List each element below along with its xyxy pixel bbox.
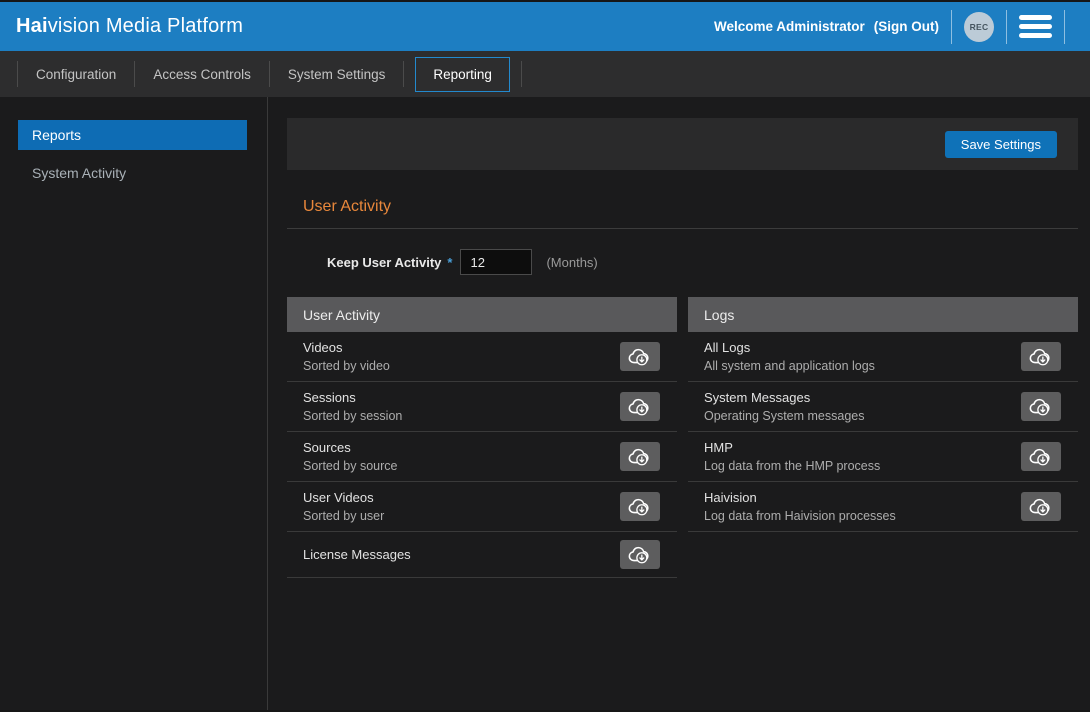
tab-system-settings[interactable]: System Settings [270,57,404,92]
report-subtitle: Log data from the HMP process [704,459,1021,473]
sign-out-link[interactable]: (Sign Out) [874,19,939,34]
cloud-download-icon [628,448,652,466]
keep-user-activity-row: Keep User Activity * (Months) [327,249,1078,275]
report-subtitle: Sorted by user [303,509,620,523]
report-title: All Logs [704,340,1021,355]
topbar-right-group: Welcome Administrator (Sign Out) REC [714,10,1077,44]
user-activity-panel: User Activity Videos Sorted by video Ses… [287,297,677,578]
keep-user-activity-label: Keep User Activity [327,255,441,270]
logs-panel: Logs All Logs All system and application… [688,297,1078,532]
months-suffix-label: (Months) [546,255,597,270]
report-title: Videos [303,340,620,355]
sidebar: Reports System Activity [0,97,268,710]
hamburger-menu-icon[interactable] [1019,15,1052,38]
tab-access-controls[interactable]: Access Controls [135,57,269,92]
download-all-logs-button[interactable] [1021,342,1061,371]
save-settings-button[interactable]: Save Settings [945,131,1057,158]
cloud-download-icon [628,498,652,516]
panel-header-logs: Logs [688,297,1078,332]
section-title: User Activity [303,198,1078,216]
report-title: Sources [303,440,620,455]
report-row-all-logs: All Logs All system and application logs [688,332,1078,382]
report-title: Haivision [704,490,1021,505]
report-subtitle: Log data from Haivision processes [704,509,1021,523]
sidebar-item-reports[interactable]: Reports [18,120,247,150]
report-row-hmp: HMP Log data from the HMP process [688,432,1078,482]
main-pane: Save Settings User Activity Keep User Ac… [268,97,1090,710]
cloud-download-icon [628,348,652,366]
report-row-sessions: Sessions Sorted by session [287,382,677,432]
settings-toolbar: Save Settings [287,118,1078,170]
download-videos-button[interactable] [620,342,660,371]
cloud-download-icon [1029,498,1053,516]
report-subtitle: All system and application logs [704,359,1021,373]
tab-configuration[interactable]: Configuration [18,57,134,92]
cloud-download-icon [1029,398,1053,416]
report-subtitle: Sorted by source [303,459,620,473]
logo-bold-text: Hai [16,15,48,37]
download-haivision-button[interactable] [1021,492,1061,521]
cloud-download-icon [1029,448,1053,466]
download-hmp-button[interactable] [1021,442,1061,471]
download-system-messages-button[interactable] [1021,392,1061,421]
cloud-download-icon [1029,348,1053,366]
panel-header-user-activity: User Activity [287,297,677,332]
keep-user-activity-input[interactable] [460,249,532,275]
rec-icon[interactable]: REC [964,12,994,42]
download-license-messages-button[interactable] [620,540,660,569]
welcome-text: Welcome Administrator [714,19,865,34]
content-area: Reports System Activity Save Settings Us… [0,97,1090,710]
topbar-divider [1006,10,1007,44]
tab-reporting[interactable]: Reporting [415,57,510,92]
logo-rest-text: vision Media Platform [48,15,243,37]
report-subtitle: Operating System messages [704,409,1021,423]
nav-divider [521,61,522,87]
report-row-license-messages: License Messages [287,532,677,578]
app-logo: Haivision Media Platform [16,15,243,38]
report-row-haivision: Haivision Log data from Haivision proces… [688,482,1078,532]
report-row-sources: Sources Sorted by source [287,432,677,482]
required-marker: * [447,255,452,270]
sidebar-item-system-activity[interactable]: System Activity [18,158,247,188]
report-row-user-videos: User Videos Sorted by user [287,482,677,532]
download-sources-button[interactable] [620,442,660,471]
topbar-divider [951,10,952,44]
download-sessions-button[interactable] [620,392,660,421]
report-title: Sessions [303,390,620,405]
report-subtitle: Sorted by video [303,359,620,373]
report-subtitle: Sorted by session [303,409,620,423]
cloud-download-icon [628,398,652,416]
report-row-videos: Videos Sorted by video [287,332,677,382]
nav-divider [403,61,404,87]
report-title: System Messages [704,390,1021,405]
section-divider [287,228,1078,229]
topbar-divider [1064,10,1065,44]
report-title: User Videos [303,490,620,505]
report-row-system-messages: System Messages Operating System message… [688,382,1078,432]
admin-nav-tabs: Configuration Access Controls System Set… [0,51,1090,97]
top-bar: Haivision Media Platform Welcome Adminis… [0,2,1090,51]
report-title: License Messages [303,547,620,562]
download-user-videos-button[interactable] [620,492,660,521]
report-panels: User Activity Videos Sorted by video Ses… [287,297,1078,578]
report-title: HMP [704,440,1021,455]
cloud-download-icon [628,546,652,564]
